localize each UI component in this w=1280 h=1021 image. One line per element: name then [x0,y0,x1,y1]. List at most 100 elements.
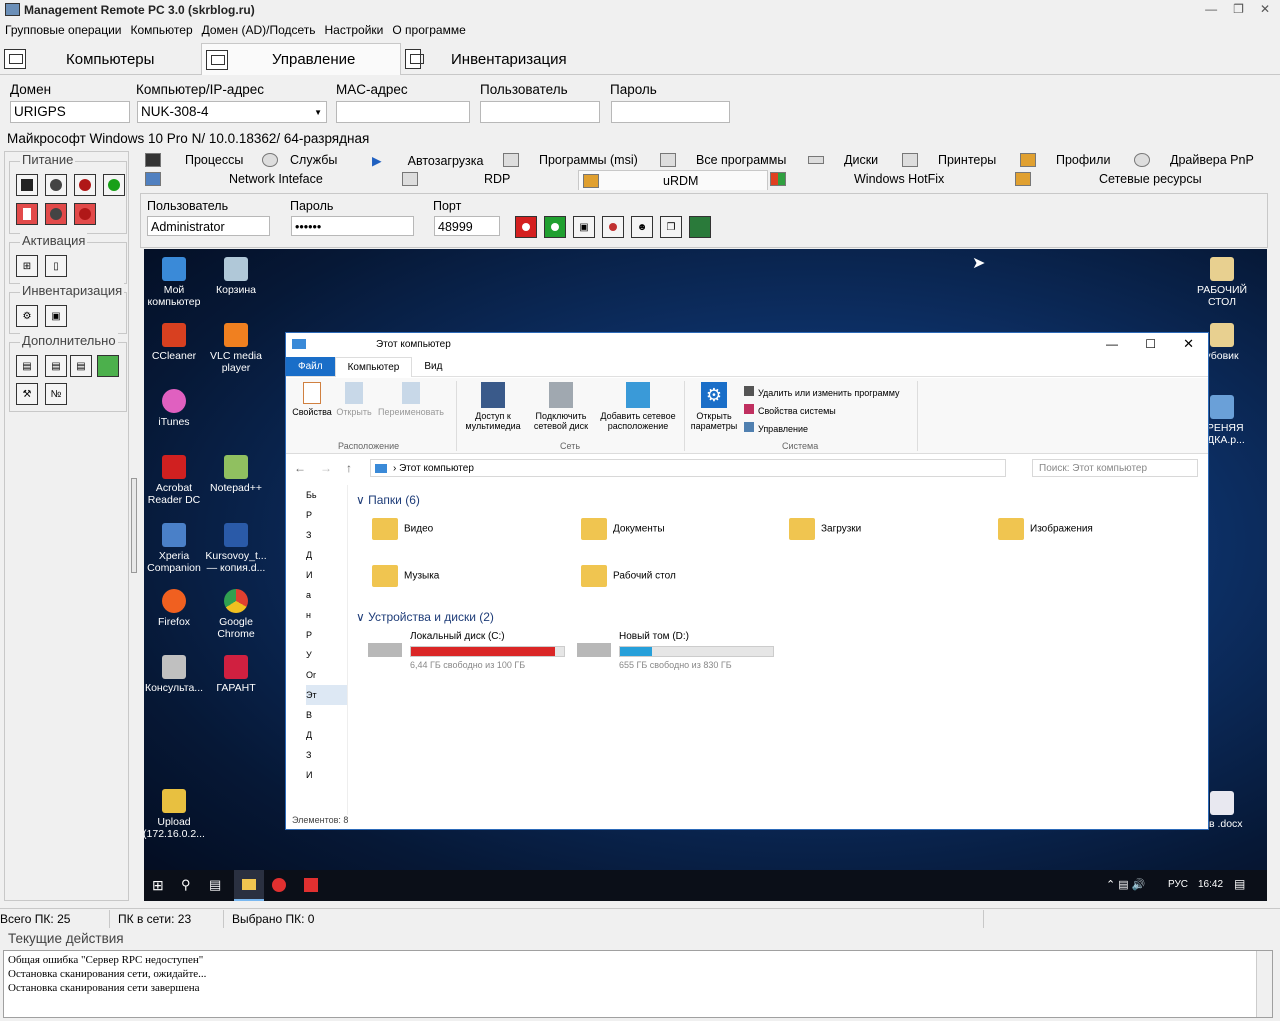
tab-computers[interactable]: Компьютеры [4,43,200,75]
ribbon-media-access-button[interactable]: Доступ к мультимедиа [460,382,526,431]
folder-desktop[interactable]: Рабочий стол [581,565,676,587]
rdm-screen-icon[interactable] [689,216,711,238]
nav-item[interactable]: Д [306,725,347,745]
password-field[interactable] [611,101,730,123]
menu-group-ops[interactable]: Групповые операции [5,23,122,37]
nav-item[interactable]: Р [306,625,347,645]
explorer-minimize-button[interactable]: — [1106,337,1118,351]
start-icon[interactable]: ⊞ [152,877,164,894]
rdm-user-icon[interactable]: ☻ [631,216,653,238]
nav-item[interactable]: В [306,705,347,725]
ribbon-tab-file[interactable]: Файл [286,357,335,376]
list-icon[interactable]: ▤ [70,355,92,377]
nav-item[interactable]: З [306,525,347,545]
nav-item[interactable]: У [306,645,347,665]
desktop-icon-vlc[interactable]: VLC media player [204,323,268,374]
rdm-off-button[interactable] [515,216,537,238]
nav-item[interactable]: Р [306,505,347,525]
desktop-icon-recycle-bin[interactable]: Корзина [204,257,268,296]
hardware-icon[interactable]: ⚙ [16,305,38,327]
splitter-handle[interactable] [131,478,137,573]
tab-windows-hotfix[interactable]: Windows HotFix [770,172,944,186]
remote-desktop-view[interactable]: Мой компьютер Корзина CCleaner VLC media… [144,249,1267,901]
log-box[interactable]: Общая ошибка "Сервер RPC недоступен" Ост… [3,950,1273,1018]
tab-programs-msi[interactable]: Программы (msi) [503,153,638,167]
clock[interactable]: 16:42 [1198,879,1223,890]
task-view-icon[interactable]: ▤ [209,877,221,893]
tab-network-resources[interactable]: Сетевые ресурсы [1015,172,1202,186]
language-indicator[interactable]: РУС [1168,879,1188,890]
desktop-icon-consultant[interactable]: Консульта... [144,655,206,694]
tab-management[interactable]: Управление [201,43,401,75]
ribbon-system-properties[interactable]: Свойства системы [744,402,899,420]
taskbar-explorer-icon[interactable] [234,870,264,901]
tab-services[interactable]: Службы [262,153,337,167]
mac-field[interactable] [336,101,470,123]
explorer-close-button[interactable]: ✕ [1183,336,1194,352]
desktop-icon-notepadpp[interactable]: Notepad++ [204,455,268,494]
ribbon-add-network-location-button[interactable]: Добавить сетевое расположение [596,382,680,431]
forward-arrow-icon[interactable]: → [320,461,332,475]
log-scrollbar[interactable] [1256,951,1272,1017]
folder-video[interactable]: Видео [372,518,433,540]
ribbon-map-drive-button[interactable]: Подключить сетевой диск [528,382,594,431]
restart-button[interactable] [45,174,67,196]
rdm-password-field[interactable]: •••••• [291,216,414,236]
software-icon[interactable]: ▣ [45,305,67,327]
nav-item[interactable]: И [306,765,347,785]
nav-item[interactable]: а [306,585,347,605]
desktop-icon-my-computer[interactable]: Мой компьютер [144,257,206,308]
ribbon-properties-button[interactable]: Свойства [290,382,334,417]
rdm-windows-icon[interactable]: ❐ [660,216,682,238]
drives-header[interactable]: ∨ Устройства и диски (2) [356,610,494,624]
taskbar-yandex-icon[interactable] [272,878,286,892]
nav-item[interactable]: Or [306,665,347,685]
explorer-maximize-button[interactable]: ☐ [1145,337,1156,351]
desktop-icon-kursovoy[interactable]: Kursovoy_t... — копия.d... [204,523,268,574]
tab-urdm[interactable]: uRDM [578,170,768,190]
message-icon[interactable]: ▤ [16,355,38,377]
power-on-button[interactable] [103,174,125,196]
rdm-control-icon[interactable] [602,216,624,238]
nav-item[interactable]: И [306,565,347,585]
tab-inventory[interactable]: Инвентаризация [405,43,605,75]
folder-pictures[interactable]: Изображения [998,518,1093,540]
windows-icon[interactable]: ⊞ [16,255,38,277]
logoff-force-button[interactable] [16,203,38,225]
tab-disks[interactable]: Диски [808,153,878,167]
nav-item[interactable]: Эт [306,685,347,705]
desktop-icon-upload[interactable]: Upload (172.16.0.2... [144,789,206,840]
rdm-window-icon[interactable]: ▣ [573,216,595,238]
user-field[interactable] [480,101,600,123]
folder-music[interactable]: Музыка [372,565,439,587]
up-arrow-icon[interactable]: ↑ [346,461,352,475]
folder-downloads[interactable]: Загрузки [789,518,861,540]
tab-rdp[interactable]: RDP [402,172,510,186]
shutdown-force-button[interactable] [74,203,96,225]
nav-item[interactable]: З [306,745,347,765]
office-icon[interactable]: ▯ [45,255,67,277]
nav-item[interactable]: н [306,605,347,625]
menu-settings[interactable]: Настройки [325,23,384,37]
minimize-button[interactable]: — [1205,2,1217,16]
rdm-user-field[interactable]: Administrator [147,216,270,236]
desktop-icon-acrobat[interactable]: Acrobat Reader DC [144,455,206,506]
back-arrow-icon[interactable]: ← [294,461,306,475]
shutdown-button[interactable] [74,174,96,196]
number-icon[interactable]: № [45,383,67,405]
tab-pnp-drivers[interactable]: Драйвера PnP [1134,153,1254,167]
address-bar[interactable]: › Этот компьютер [370,459,1006,477]
maximize-button[interactable]: ❐ [1233,2,1244,16]
tab-profiles[interactable]: Профили [1020,153,1110,167]
ribbon-uninstall-program[interactable]: Удалить или изменить программу [744,384,899,402]
tools-icon[interactable]: ⚒ [16,383,38,405]
search-icon[interactable]: ⚲ [181,877,191,893]
desktop-icon-firefox[interactable]: Firefox [144,589,206,628]
color-icon[interactable] [97,355,119,377]
desktop-icon-desktop-folder[interactable]: РАБОЧИЙ СТОЛ [1190,257,1254,308]
folder-documents[interactable]: Документы [581,518,665,540]
nav-item[interactable]: Бь [306,485,347,505]
tab-processes[interactable]: Процессы [145,153,243,167]
ribbon-rename-button[interactable]: Переименовать [376,382,446,417]
close-button[interactable]: ✕ [1260,2,1270,16]
